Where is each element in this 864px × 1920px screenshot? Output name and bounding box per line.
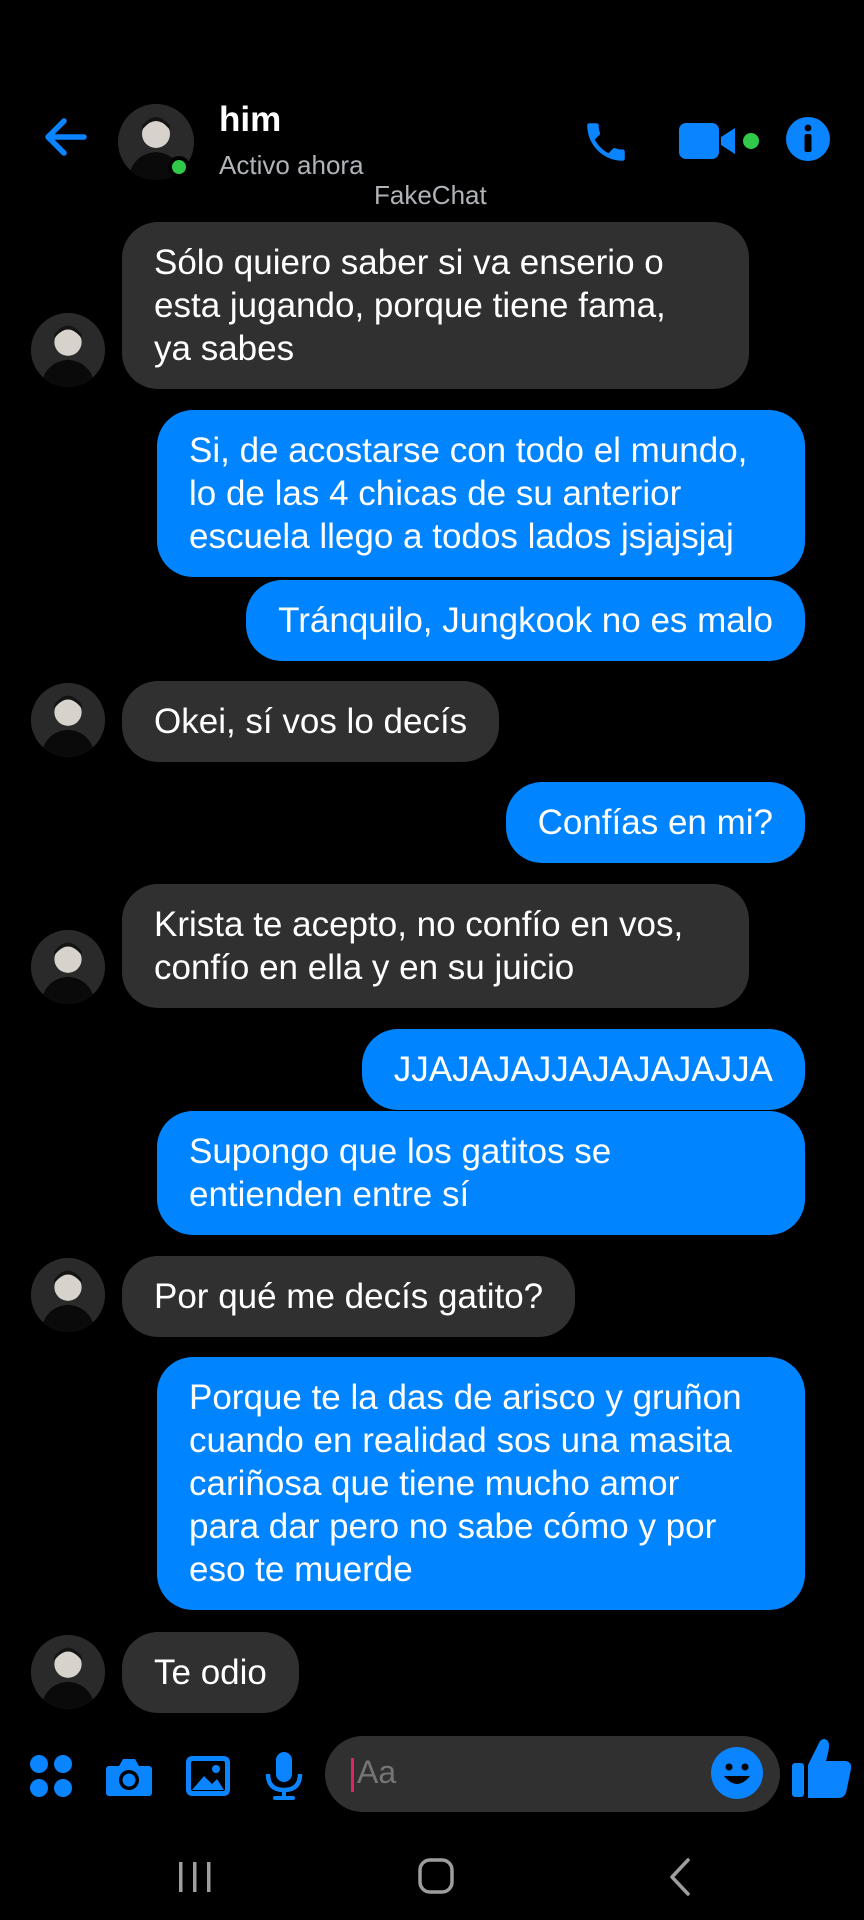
info-icon[interactable] [783,114,833,164]
back-arrow-icon[interactable] [40,112,90,162]
message-incoming[interactable]: Okei, sí vos lo decís [122,681,500,762]
message-outgoing[interactable]: Confías en mi? [505,782,805,863]
contact-name[interactable]: him [219,100,281,140]
contact-avatar-small [31,1635,105,1709]
recent-apps-icon[interactable] [165,1854,225,1900]
system-navigation-bar [0,1830,864,1920]
watermark: FakeChat [374,180,487,210]
message-incoming[interactable]: Por qué me decís gatito? [122,1256,576,1337]
message-outgoing[interactable]: JJAJAJAJJAJAJAJAJJA [361,1029,805,1110]
active-status: Activo ahora [219,150,364,180]
thumbs-up-icon[interactable] [790,1735,854,1801]
contact-avatar-small [31,1258,105,1332]
message-outgoing[interactable]: Tránquilo, Jungkook no es malo [246,580,805,661]
video-camera-icon[interactable] [677,116,769,166]
apps-icon[interactable] [25,1750,81,1802]
phone-icon[interactable] [578,114,634,170]
home-icon[interactable] [406,1854,466,1900]
message-outgoing[interactable]: Supongo que los gatitos se entienden ent… [157,1111,805,1235]
gallery-icon[interactable] [182,1750,238,1802]
text-cursor [351,1758,354,1792]
message-outgoing[interactable]: Si, de acostarse con todo el mundo, lo d… [157,410,805,577]
microphone-icon[interactable] [258,1750,314,1802]
emoji-icon[interactable] [710,1746,764,1800]
message-input[interactable] [357,1754,687,1791]
message-input-box[interactable] [325,1736,780,1812]
contact-avatar-small [31,683,105,757]
message-incoming[interactable]: Te odio [122,1632,299,1713]
message-outgoing[interactable]: Porque te la das de arisco y gruñon cuan… [157,1357,805,1610]
contact-avatar-small [31,313,105,387]
back-navigation-icon[interactable] [652,1854,712,1900]
message-incoming[interactable]: Krista te acepto, no confío en vos, conf… [122,884,749,1008]
online-indicator [168,156,190,178]
message-incoming[interactable]: Sólo quiero saber si va enserio o esta j… [122,222,749,389]
camera-icon[interactable] [103,1750,159,1802]
message-composer [0,1725,864,1825]
chat-header: him Activo ahora FakeChat [0,0,864,215]
contact-avatar-small [31,930,105,1004]
